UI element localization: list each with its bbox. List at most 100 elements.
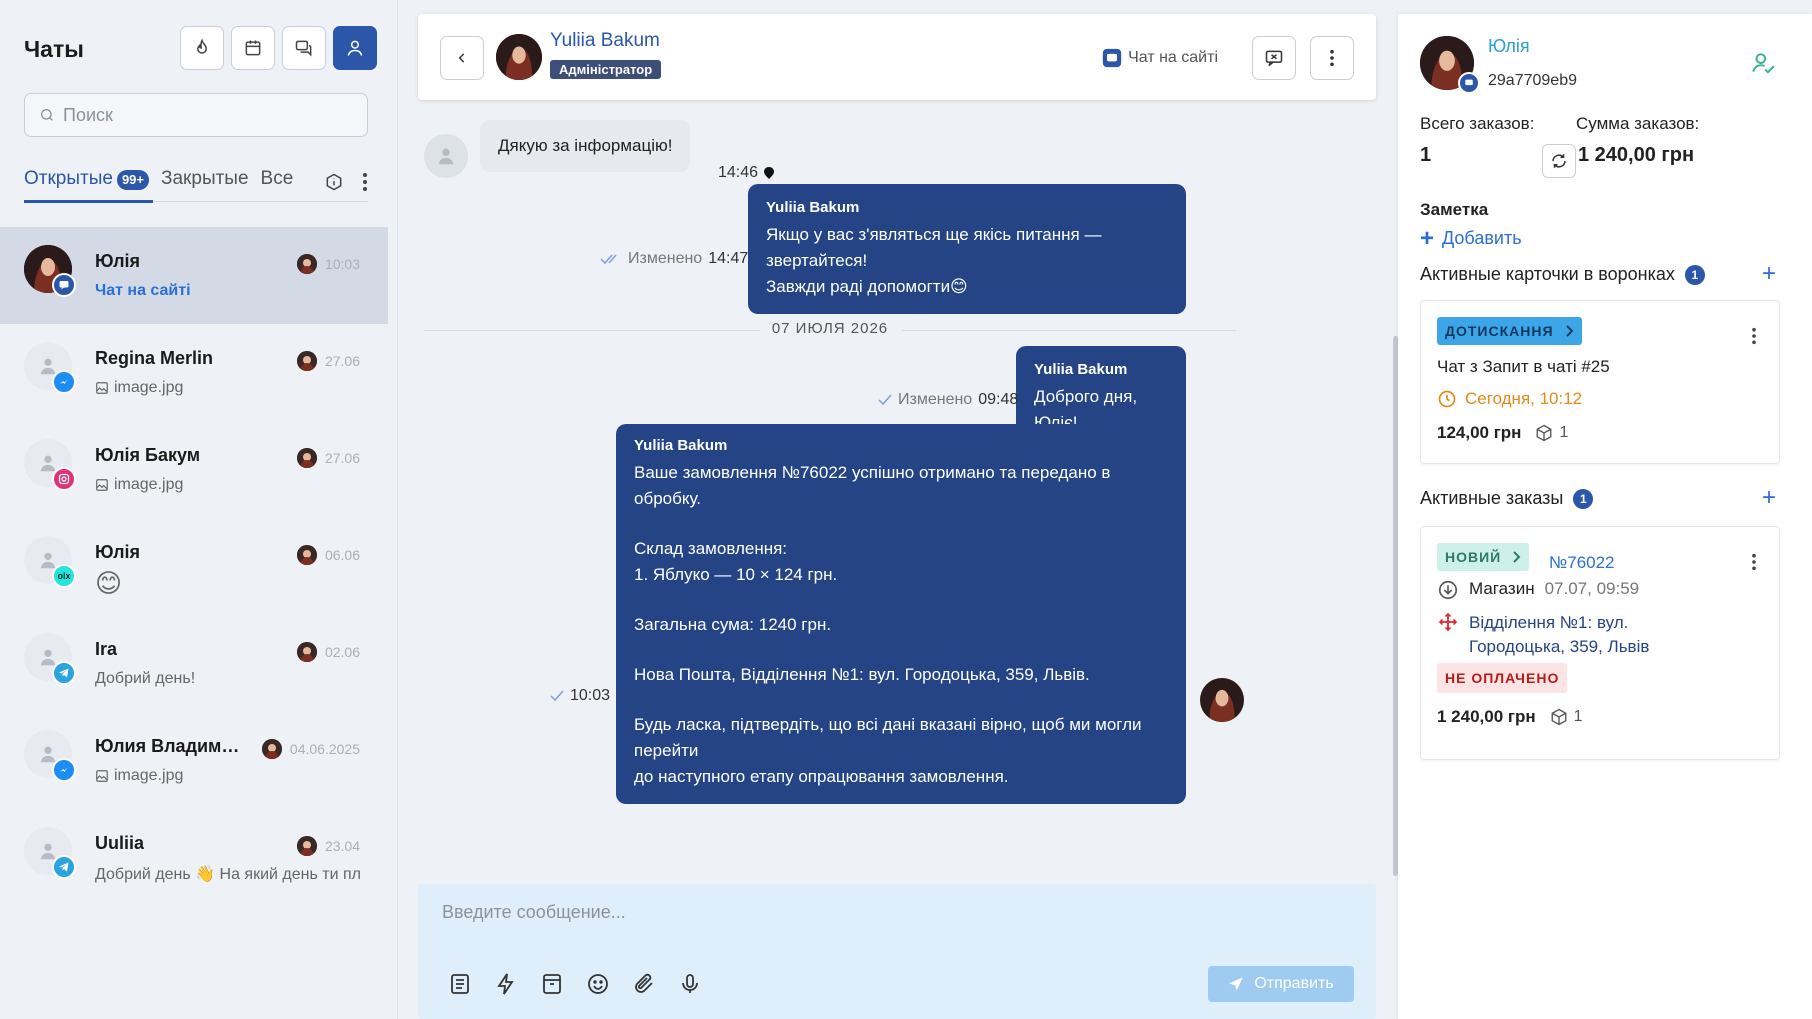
message-composer[interactable]: Введите сообщение... Отправить [418, 884, 1376, 1019]
emoji-icon[interactable] [586, 972, 610, 996]
add-order-button[interactable]: + [1762, 486, 1776, 510]
role-badge: Адміністратор [550, 60, 662, 79]
list-item[interactable]: olx Юлія 06.06 😊 [0, 518, 388, 615]
chat-time: 27.06 [296, 351, 360, 371]
stage-tag[interactable]: ДОТИСКАННЯ [1437, 317, 1582, 345]
message-time: 14:46 [718, 164, 775, 182]
card-menu-button[interactable] [1751, 327, 1757, 345]
list-item[interactable]: Regina Merlin 27.06 image.jpg [0, 324, 388, 421]
tab-open[interactable]: Открытые 99+ [24, 164, 154, 203]
order-status-tag[interactable]: НОВИЙ [1437, 543, 1530, 571]
refresh-icon [1552, 154, 1566, 168]
chat-preview: 😊 [95, 568, 123, 598]
funnel-card[interactable]: ДОТИСКАННЯ Чат з Запит в чаті #25 Сегодн… [1420, 300, 1780, 464]
funnel-card-sum: 124,00 грн 1 [1437, 423, 1569, 442]
card-menu-button[interactable] [1751, 553, 1757, 571]
seen-dot-icon [764, 167, 775, 179]
message-text-line [634, 588, 1168, 612]
message-text-line [634, 512, 1168, 536]
message-meta: Изменено 09:48 [878, 391, 1018, 409]
message-meta: 10:03 [550, 687, 610, 705]
chat-name: Ira [95, 639, 118, 659]
order-source-row: Магазин 07.07, 09:59 [1437, 579, 1639, 601]
message-input[interactable]: Введите сообщение... [442, 902, 626, 923]
clock-icon [1438, 390, 1456, 408]
send-icon [1229, 977, 1243, 991]
list-item[interactable]: Uuliia 23.04 Добрий день 👋 На який день … [0, 809, 388, 906]
tab-open-label: Открытые [24, 168, 113, 189]
order-card[interactable]: НОВИЙ №76022 Магазин 07.07, 09:59 Відділ… [1420, 526, 1780, 760]
paperclip-icon[interactable] [632, 972, 656, 996]
payment-status-badge: НЕ ОПЛАЧЕНО [1437, 663, 1568, 693]
add-note-button[interactable]: + Добавить [1420, 224, 1522, 252]
funnels-count-badge: 1 [1684, 264, 1705, 285]
client-id: 29a7709eb9 [1488, 72, 1577, 89]
check-icon [550, 690, 564, 702]
message-text-line: Завжди раді допомогти😊 [766, 277, 968, 296]
chat-name: Uuliia [95, 833, 145, 853]
plus-icon: + [1420, 224, 1435, 252]
funnels-section-title: Активные карточки в воронках 1 [1420, 264, 1705, 285]
manager-avatar [296, 642, 317, 662]
avatar [1200, 678, 1244, 722]
message-text-line: Загальна сума: 1240 грн. [634, 615, 832, 634]
fire-filter-button[interactable] [180, 26, 224, 70]
more-vertical-icon[interactable] [362, 172, 368, 192]
refresh-button[interactable] [1542, 144, 1576, 178]
manager-avatar [296, 836, 317, 856]
chat-preview: Добрий день 👋 На який день ти плануєш [95, 866, 360, 883]
info-hex-icon[interactable] [324, 172, 344, 192]
archive-box-icon[interactable] [540, 972, 564, 996]
fire-icon [197, 38, 207, 54]
chat-time: 10:03 [296, 254, 360, 274]
chat-time: 23.04 [296, 836, 360, 856]
chat-name: Юлія [95, 542, 141, 562]
list-item[interactable]: Юлия Владимировна 04.06.2025 image.jpg [0, 712, 388, 809]
message-meta: Изменено 14:47 [600, 250, 748, 268]
add-funnel-card-button[interactable]: + [1762, 262, 1776, 286]
my-chats-filter-button[interactable] [333, 26, 377, 70]
tab-all[interactable]: Все [261, 164, 294, 202]
tab-closed-label: Закрытые [161, 168, 249, 189]
telegram-icon [52, 661, 76, 685]
send-button[interactable]: Отправить [1208, 966, 1354, 1002]
chat-preview: image.jpg [95, 476, 183, 494]
sidebar-header: Чаты [24, 26, 377, 72]
open-count-badge: 99+ [116, 170, 150, 190]
verified-user-icon[interactable] [1750, 50, 1776, 76]
message-text-line [634, 638, 1168, 662]
template-icon[interactable] [448, 972, 472, 996]
list-item[interactable]: Юлія 10:03 Чат на сайті [0, 227, 388, 324]
client-name[interactable]: Юлія [1488, 36, 1530, 57]
chat-time: 04.06.2025 [261, 739, 360, 759]
chat-header: Yuliia Bakum Адміністратор Чат на сайті [418, 14, 1376, 100]
chat-time: 02.06 [296, 642, 360, 662]
incoming-message: Дякую за інформацію! [480, 120, 691, 172]
lightning-icon[interactable] [494, 972, 518, 996]
chevron-right-icon [1565, 325, 1573, 337]
microphone-icon[interactable] [678, 972, 702, 996]
site-chat-icon [1102, 48, 1122, 68]
close-chat-button[interactable] [1252, 36, 1296, 80]
messages-filter-button[interactable] [282, 26, 326, 70]
orders-section-title: Активные заказы 1 [1420, 488, 1594, 509]
funnel-card-time: Сегодня, 10:12 [1437, 389, 1582, 409]
channel-label: Чат на сайті [1102, 48, 1218, 68]
message-text-line: 1. Яблуко — 10 × 124 грн. [634, 565, 838, 584]
more-options-button[interactable] [1310, 36, 1354, 80]
manager-avatar [261, 739, 282, 759]
olx-icon: olx [52, 564, 76, 588]
list-item[interactable]: Ira 02.06 Добрий день! [0, 615, 388, 712]
list-item[interactable]: Юлія Бакум 27.06 image.jpg [0, 421, 388, 518]
chat-list-sidebar: Чаты Поиск Открытые 99+ Закрытые Все Юлі… [0, 0, 398, 1019]
outgoing-message: Yuliia Bakum Ваше замовлення №76022 успі… [616, 424, 1186, 804]
tab-closed[interactable]: Закрытые [161, 164, 249, 202]
order-number-link[interactable]: №76022 [1549, 553, 1615, 573]
delivery-address-line: Відділення №1: вул. [1469, 613, 1629, 632]
manager-avatar [296, 448, 317, 468]
client-info-panel: Юлія 29a7709eb9 Всего заказов: 1 Сумма з… [1398, 14, 1812, 1019]
calendar-filter-button[interactable] [231, 26, 275, 70]
search-input[interactable]: Поиск [24, 93, 368, 137]
contact-name[interactable]: Yuliia Bakum [550, 30, 660, 52]
back-button[interactable] [440, 36, 484, 80]
